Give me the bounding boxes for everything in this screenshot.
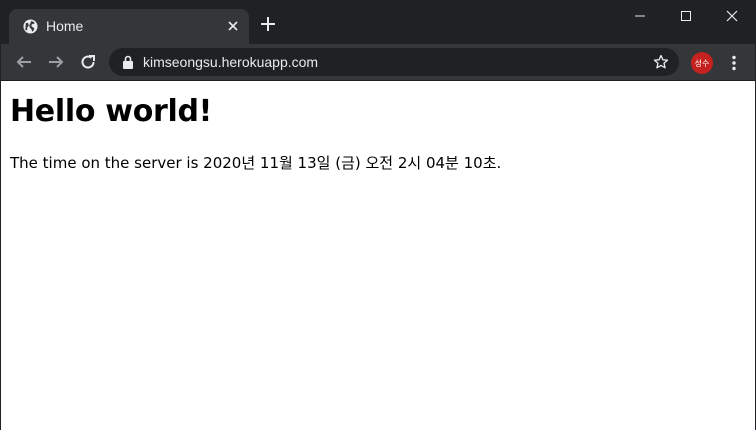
server-time-text: The time on the server is 2020년 11월 13일 … [10, 154, 502, 172]
browser-window: Home kimseongsu.herokuapp.com 성수 Hello w… [0, 0, 756, 430]
page-heading: Hello world! [10, 94, 213, 129]
new-tab-icon[interactable] [259, 15, 277, 33]
close-icon [726, 10, 738, 22]
tab-title: Home [46, 18, 84, 34]
reload-button[interactable] [78, 52, 98, 72]
window-controls [617, 1, 755, 31]
address-bar[interactable]: kimseongsu.herokuapp.com [109, 48, 679, 76]
lock-icon[interactable] [122, 55, 134, 69]
minimize-icon [635, 15, 645, 17]
back-icon [16, 56, 31, 68]
page-content: Hello world! The time on the server is 2… [1, 82, 755, 430]
reload-icon [81, 55, 95, 69]
tab-close-icon[interactable] [225, 18, 241, 34]
tab-home[interactable]: Home [9, 9, 249, 44]
maximize-icon [681, 11, 691, 21]
forward-icon [49, 56, 64, 68]
url-text[interactable]: kimseongsu.herokuapp.com [143, 54, 318, 70]
browser-menu-button[interactable] [727, 53, 741, 73]
star-icon[interactable] [653, 54, 669, 70]
maximize-button[interactable] [663, 1, 709, 31]
forward-button[interactable] [46, 52, 66, 72]
minimize-button[interactable] [617, 1, 663, 31]
kebab-menu-icon [732, 55, 736, 71]
back-button[interactable] [14, 52, 34, 72]
globe-icon [23, 19, 38, 34]
close-window-button[interactable] [709, 1, 755, 31]
profile-avatar[interactable]: 성수 [691, 52, 713, 74]
tab-strip: Home [1, 1, 755, 44]
browser-toolbar: kimseongsu.herokuapp.com 성수 [1, 44, 755, 81]
